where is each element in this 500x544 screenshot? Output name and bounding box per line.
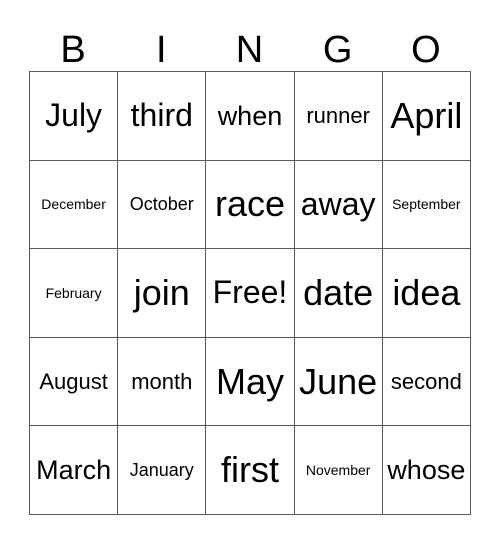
bingo-cell-b1[interactable]: July — [28, 71, 119, 161]
bingo-cell-i1[interactable]: third — [117, 71, 207, 161]
bingo-cell-label: April — [390, 94, 463, 136]
bingo-cell-label: runner — [306, 103, 370, 129]
bingo-cell-label: July — [45, 97, 103, 133]
bingo-cell-i5[interactable]: January — [117, 425, 207, 515]
bingo-row: August month May June second — [28, 336, 471, 427]
bingo-cell-g3[interactable]: date — [293, 248, 383, 338]
bingo-grid: July third when runner April December Oc… — [28, 71, 471, 515]
bingo-cell-label: when — [217, 100, 283, 131]
bingo-cell-i3[interactable]: join — [117, 248, 207, 338]
bingo-header: B I N G O — [29, 16, 470, 71]
header-letter-i: I — [156, 29, 167, 71]
bingo-cell-o2[interactable]: September — [381, 159, 471, 250]
bingo-cell-label: March — [36, 455, 112, 485]
bingo-cell-g4[interactable]: June — [293, 336, 383, 427]
bingo-cell-label: August — [39, 369, 108, 395]
bingo-cell-label: October — [129, 193, 194, 214]
bingo-cell-label: first — [220, 449, 279, 491]
bingo-cell-i4[interactable]: month — [117, 336, 207, 427]
bingo-cell-n2[interactable]: race — [205, 159, 295, 250]
bingo-cell-o3[interactable]: idea — [381, 248, 471, 338]
bingo-cell-o4[interactable]: second — [381, 336, 471, 427]
bingo-cell-label: join — [133, 272, 190, 314]
bingo-cell-g5[interactable]: November — [293, 425, 383, 515]
bingo-row: July third when runner April — [28, 71, 471, 161]
bingo-cell-label: June — [299, 360, 378, 402]
bingo-cell-label: December — [41, 196, 106, 213]
bingo-cell-label: month — [131, 369, 193, 395]
bingo-cell-label: idea — [392, 272, 461, 314]
bingo-cell-i2[interactable]: October — [117, 159, 207, 250]
header-letter-n: N — [235, 29, 264, 71]
header-letter-o: O — [411, 29, 441, 71]
bingo-cell-n4[interactable]: May — [205, 336, 295, 427]
bingo-cell-label: January — [129, 459, 194, 480]
bingo-cell-o5[interactable]: whose — [381, 425, 471, 515]
header-letter-b: B — [60, 29, 86, 71]
bingo-cell-g1[interactable]: runner — [293, 71, 383, 161]
bingo-row: February join Free! date idea — [28, 248, 471, 338]
bingo-card: B I N G O July third when runner April D… — [0, 0, 500, 544]
bingo-cell-label: September — [392, 196, 461, 213]
bingo-cell-b5[interactable]: March — [28, 425, 119, 515]
bingo-cell-n5[interactable]: first — [205, 425, 295, 515]
bingo-cell-n1[interactable]: when — [205, 71, 295, 161]
bingo-row: December October race away September — [28, 159, 471, 250]
bingo-cell-label: whose — [387, 455, 466, 485]
bingo-cell-label: November — [305, 461, 371, 478]
bingo-cell-b3[interactable]: February — [28, 248, 119, 338]
bingo-cell-label: February — [45, 284, 102, 301]
free-space-label: Free! — [212, 274, 288, 311]
bingo-cell-label: away — [300, 185, 376, 222]
bingo-cell-g2[interactable]: away — [293, 159, 383, 250]
bingo-cell-label: third — [130, 97, 193, 133]
bingo-cell-label: race — [214, 183, 285, 225]
bingo-cell-o1[interactable]: April — [381, 71, 471, 161]
bingo-cell-b2[interactable]: December — [28, 159, 119, 250]
bingo-cell-label: date — [303, 272, 374, 314]
header-letter-g: G — [322, 29, 353, 71]
bingo-cell-label: second — [390, 369, 462, 395]
bingo-cell-b4[interactable]: August — [28, 336, 119, 427]
bingo-cell-label: May — [215, 360, 284, 402]
bingo-cell-free-space[interactable]: Free! — [205, 248, 295, 338]
bingo-row: March January first November whose — [28, 425, 471, 515]
